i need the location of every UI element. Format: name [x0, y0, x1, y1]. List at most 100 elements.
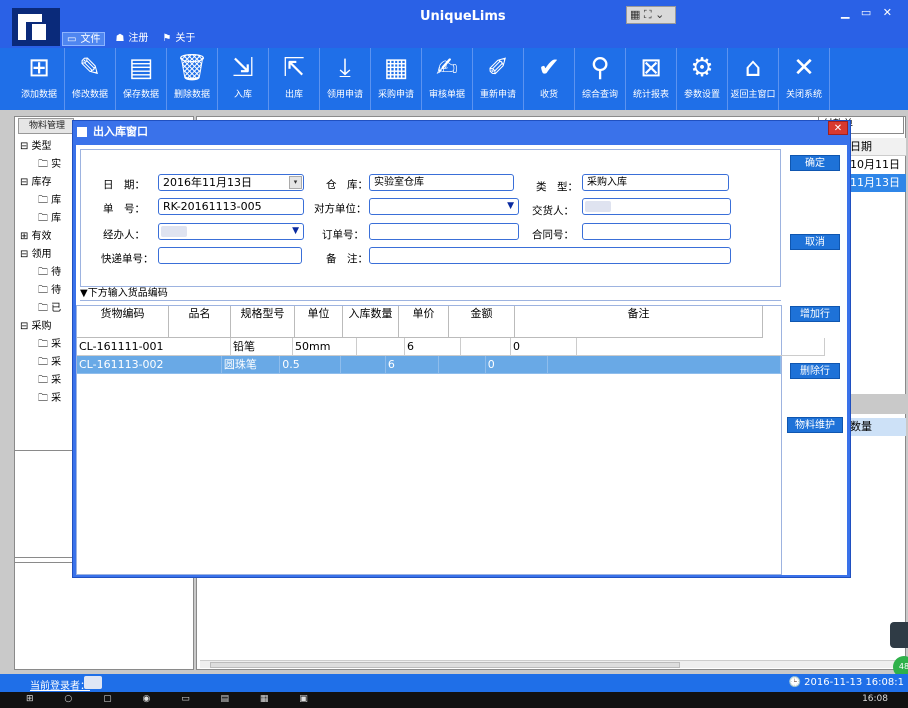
- tree-node[interactable]: ⊟ 领用: [20, 246, 80, 264]
- table-row[interactable]: CL-161113-002 圆珠笔 0.5 6 0: [77, 356, 782, 374]
- toolbar-button-check[interactable]: ✔ 收货: [524, 48, 575, 110]
- toolbar-button-close[interactable]: ✕ 关闭系统: [779, 48, 830, 110]
- items-grid: 货物编码 品名 规格型号 单位 入库数量 单价 金额 备注 CL-161111-001 铅笔 50m…: [76, 305, 825, 575]
- table-cell[interactable]: [438, 356, 486, 374]
- table-cell[interactable]: 6: [385, 356, 439, 374]
- horizontal-scrollbar[interactable]: [200, 660, 904, 668]
- tree-node[interactable]: 🗀 库: [20, 192, 80, 210]
- tree-node[interactable]: 🗀 已: [20, 300, 80, 318]
- dialog-close-button[interactable]: ✕: [828, 121, 848, 135]
- tree-node[interactable]: 🗀 库: [20, 210, 80, 228]
- column-header[interactable]: 货物编码: [77, 306, 169, 338]
- table-cell[interactable]: 50mm: [293, 338, 357, 356]
- scrollbar-thumb[interactable]: [210, 662, 680, 668]
- toolbar-button-label: 关闭系统: [785, 90, 822, 100]
- handler-select[interactable]: ▼: [158, 223, 304, 240]
- background-list: 日期 10月11日 11月13日: [846, 138, 906, 192]
- column-header[interactable]: 入库数量: [343, 306, 399, 338]
- date-picker[interactable]: 2016年11月13日 ▾: [158, 174, 304, 191]
- side-tool-widget[interactable]: [890, 622, 908, 648]
- column-header[interactable]: 金额: [449, 306, 515, 338]
- table-cell[interactable]: 0: [485, 356, 548, 374]
- list-item-selected[interactable]: 11月13日: [846, 174, 906, 192]
- tree-node[interactable]: ⊟ 类型: [20, 138, 80, 156]
- delete-row-button[interactable]: 删除行: [790, 363, 840, 379]
- toolbar-button-gear[interactable]: ⚙ 参数设置: [677, 48, 728, 110]
- tree-node[interactable]: 🗀 采: [20, 354, 80, 372]
- app-logo: [12, 8, 60, 46]
- table-cell[interactable]: [577, 338, 825, 356]
- deliverer-field[interactable]: [582, 198, 731, 215]
- table-cell[interactable]: CL-161113-002: [77, 356, 222, 374]
- tree-node[interactable]: 🗀 实: [20, 156, 80, 174]
- menu-file[interactable]: ▭ 文件: [62, 32, 106, 46]
- tree-node[interactable]: 🗀 采: [20, 372, 80, 390]
- check-icon: ✔: [538, 53, 560, 83]
- table-cell[interactable]: [357, 338, 405, 356]
- tree-node[interactable]: ⊟ 采购: [20, 318, 80, 336]
- tree-node[interactable]: 🗀 采: [20, 336, 80, 354]
- material-maintain-button[interactable]: 物料维护: [787, 417, 843, 433]
- date-dropdown-button[interactable]: ▾: [289, 176, 302, 189]
- express-field[interactable]: [158, 247, 302, 264]
- window-controls[interactable]: ▁ ▭ ✕: [841, 6, 896, 19]
- toolbar-button-edit[interactable]: ✎ 修改数据: [65, 48, 116, 110]
- table-cell[interactable]: [461, 338, 511, 356]
- toolbar-button-export[interactable]: ⇱ 出库: [269, 48, 320, 110]
- table-cell[interactable]: 圆珠笔: [221, 356, 281, 374]
- item-code-section-header[interactable]: ▼下方输入货品编码: [80, 287, 781, 301]
- table-cell[interactable]: 0.5: [280, 356, 341, 374]
- add-row-button[interactable]: 增加行: [790, 306, 840, 322]
- table-cell[interactable]: [340, 356, 386, 374]
- table-cell[interactable]: CL-161111-001: [77, 338, 231, 356]
- contract-field[interactable]: [582, 223, 731, 240]
- toolbar-button-label: 综合查询: [581, 90, 618, 100]
- table-cell[interactable]: 6: [405, 338, 461, 356]
- order-no-field[interactable]: RK-20161113-005: [158, 198, 304, 215]
- tree-node[interactable]: ⊟ 库存: [20, 174, 80, 192]
- column-header[interactable]: 规格型号: [231, 306, 295, 338]
- tree-node[interactable]: 🗀 待: [20, 282, 80, 300]
- toolbar-button-download[interactable]: ⤓ 领用申请: [320, 48, 371, 110]
- toolbar-button-delete[interactable]: 🗑 删除数据: [167, 48, 218, 110]
- toolbar-button-pen[interactable]: ✍ 审核单据: [422, 48, 473, 110]
- toolbar-button-home[interactable]: ⌂ 返回主窗口: [728, 48, 779, 110]
- column-header[interactable]: 单位: [295, 306, 343, 338]
- toolbar-button-label: 入库: [233, 90, 252, 100]
- toolbar-button-reapply[interactable]: ✐ 重新申请: [473, 48, 524, 110]
- toolbar-button-save[interactable]: ▤ 保存数据: [116, 48, 167, 110]
- date-label: 日 期：: [103, 179, 145, 191]
- menu-about[interactable]: ⚑ 关于: [158, 32, 199, 46]
- list-item[interactable]: 10月11日: [846, 156, 906, 174]
- tree-node[interactable]: 🗀 采: [20, 390, 80, 408]
- close-icon: ✕: [793, 53, 815, 83]
- tree-node[interactable]: 🗀 待: [20, 264, 80, 282]
- dialog-title: 出入库窗口: [93, 125, 148, 138]
- column-header[interactable]: 品名: [169, 306, 231, 338]
- gear-icon: ⚙: [690, 53, 714, 83]
- tab-material-management[interactable]: 物料管理: [18, 118, 74, 134]
- table-cell[interactable]: 0: [511, 338, 577, 356]
- confirm-button[interactable]: 确定: [790, 155, 840, 171]
- cancel-button[interactable]: 取消: [790, 234, 840, 250]
- type-field[interactable]: 采购入库: [582, 174, 729, 191]
- table-row[interactable]: CL-161111-001 铅笔 50mm 6 0: [77, 338, 825, 356]
- warehouse-label: 仓 库：: [326, 179, 368, 191]
- table-cell[interactable]: [547, 356, 782, 374]
- toolbar-button-document[interactable]: ▦ 采购申请: [371, 48, 422, 110]
- warehouse-field[interactable]: 实验室仓库: [369, 174, 514, 191]
- menu-register[interactable]: ☗ 注册: [111, 32, 152, 46]
- toolbar-button-add[interactable]: ⊞ 添加数据: [14, 48, 65, 110]
- counterparty-select[interactable]: ▼: [369, 198, 519, 215]
- column-header[interactable]: 备注: [515, 306, 763, 338]
- toolbar-button-search[interactable]: ⚲ 综合查询: [575, 48, 626, 110]
- column-header[interactable]: 单价: [399, 306, 449, 338]
- po-field[interactable]: [369, 223, 519, 240]
- table-cell[interactable]: 铅笔: [231, 338, 293, 356]
- taskbar-apps[interactable]: ⊞ ○ ▢ ◉ ▭ ▤ ▦ ▣: [26, 694, 322, 704]
- toolbar-button-excel[interactable]: ⊠ 统计报表: [626, 48, 677, 110]
- remark-field[interactable]: [369, 247, 731, 264]
- layout-mini-toolbar[interactable]: ▦ ⛶ ⌄: [626, 6, 676, 24]
- toolbar-button-import[interactable]: ⇲ 入库: [218, 48, 269, 110]
- tree-node[interactable]: ⊞ 有效: [20, 228, 80, 246]
